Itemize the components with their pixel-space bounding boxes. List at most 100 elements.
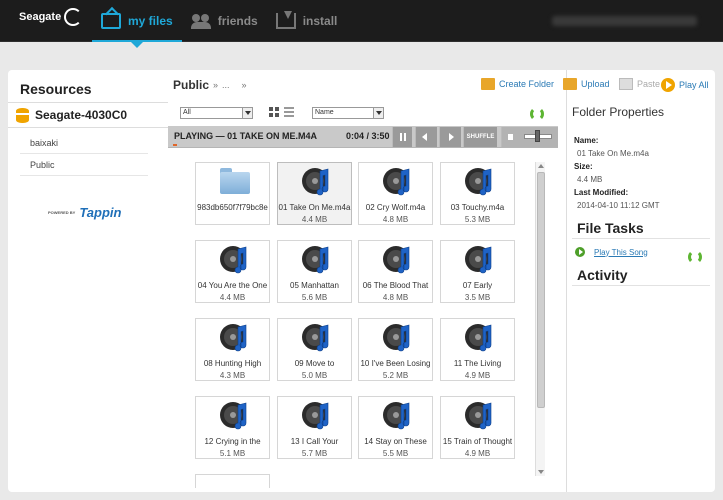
powered-by-text: POWERED BY (48, 210, 76, 215)
file-tile[interactable]: 10 I've Been Losing 5.2 MB (358, 318, 433, 381)
nav-my-files[interactable]: my files (92, 0, 182, 48)
file-tile[interactable]: 11 The Living 4.9 MB (440, 318, 515, 381)
tree-item-baixaki[interactable]: baixaki (20, 132, 148, 154)
tappin-logo[interactable]: POWERED BY Tappin (48, 205, 121, 220)
divider (572, 238, 710, 239)
music-file-icon (216, 321, 252, 355)
shuffle-button[interactable]: SHUFFLE (463, 127, 497, 147)
pause-button[interactable] (392, 127, 412, 147)
file-size: 5.1 MB (219, 449, 246, 458)
breadcrumb-current[interactable]: Public (173, 78, 209, 92)
play-this-song-link[interactable]: Play This Song (575, 247, 648, 257)
playback-time: 0:04 / 3:50 (346, 131, 390, 141)
type-filter-value: All (183, 109, 191, 116)
friends-icon (190, 13, 211, 29)
now-playing-text: PLAYING — 01 TAKE ON ME.M4A (174, 131, 318, 141)
install-icon (275, 11, 296, 29)
user-account-menu[interactable] (552, 16, 697, 26)
file-size: 4.4 MB (301, 215, 328, 224)
file-tile[interactable]: 12 Crying in the 5.1 MB (195, 396, 270, 459)
size-label: Size: (574, 162, 593, 171)
folder-properties-title: Folder Properties (572, 105, 665, 119)
nav-install[interactable]: install (267, 0, 347, 42)
size-value: 4.4 MB (577, 175, 603, 184)
folder-tile[interactable]: 983db650f7f79bc8e (195, 162, 270, 225)
file-size: 4.4 MB (219, 293, 246, 302)
file-tile[interactable]: 03 Touchy.m4a 5.3 MB (440, 162, 515, 225)
paste-button[interactable]: Paste (619, 78, 660, 90)
type-filter-select[interactable]: All (180, 107, 253, 119)
fast-forward-button[interactable] (439, 127, 461, 147)
file-tile[interactable]: 01 Take On Me.m4a 4.4 MB (277, 162, 352, 225)
logo-text: Seagate (19, 11, 62, 23)
file-tile[interactable]: 06 The Blood That 4.8 MB (358, 240, 433, 303)
list-view-icon[interactable] (284, 107, 294, 117)
upload-button[interactable]: Upload (563, 78, 610, 90)
file-name: 03 Touchy.m4a (450, 203, 505, 212)
activity-title: Activity (577, 267, 628, 283)
active-caret-icon (130, 42, 143, 48)
nav-friends[interactable]: friends (182, 0, 267, 42)
music-file-icon (298, 321, 334, 355)
create-folder-button[interactable]: Create Folder (481, 78, 554, 90)
file-tile[interactable]: 13 I Call Your 5.7 MB (277, 396, 352, 459)
file-tile[interactable]: 04 You Are the One 4.4 MB (195, 240, 270, 303)
scrollbar-thumb[interactable] (537, 172, 545, 408)
create-folder-label: Create Folder (499, 79, 555, 89)
file-size: 5.5 MB (382, 449, 409, 458)
resources-title: Resources (20, 81, 92, 97)
file-name: 14 Stay on These (364, 437, 427, 446)
resources-panel: Resources Seagate-4030C0 baixaki Public … (8, 70, 168, 492)
folder-icon (220, 165, 250, 195)
sort-select[interactable]: Name (312, 107, 384, 119)
file-tile[interactable] (195, 474, 270, 488)
file-tile[interactable]: 15 Train of Thought 4.9 MB (440, 396, 515, 459)
refresh-icon[interactable] (530, 107, 544, 121)
music-file-icon (461, 399, 497, 433)
upload-label: Upload (581, 79, 610, 89)
file-size: 5.6 MB (301, 293, 328, 302)
file-name: 09 Move to (294, 359, 335, 368)
filter-toolbar: All Name (168, 104, 566, 126)
music-player: PLAYING — 01 TAKE ON ME.M4A 0:04 / 3:50 … (168, 126, 558, 148)
file-size: 4.9 MB (464, 371, 491, 380)
file-name: 06 The Blood That (362, 281, 429, 290)
music-file-icon (216, 243, 252, 277)
file-tile[interactable]: 09 Move to 5.0 MB (277, 318, 352, 381)
rewind-button[interactable] (415, 127, 437, 147)
play-icon (661, 78, 675, 92)
file-name: 04 You Are the One (197, 281, 268, 290)
volume-slider-knob[interactable] (535, 130, 540, 142)
file-size: 4.3 MB (219, 371, 246, 380)
scroll-down-icon[interactable] (538, 470, 544, 474)
playback-progress-bar[interactable] (173, 144, 177, 146)
device-item[interactable]: Seagate-4030C0 (8, 102, 168, 128)
file-tile[interactable]: 02 Cry Wolf.m4a 4.8 MB (358, 162, 433, 225)
new-folder-icon (481, 78, 495, 90)
name-value: 01 Take On Me.m4a (577, 149, 649, 158)
file-size: 5.3 MB (464, 215, 491, 224)
file-tile[interactable]: 05 Manhattan 5.6 MB (277, 240, 352, 303)
file-size: 4.9 MB (464, 449, 491, 458)
chevron-down-icon (373, 108, 383, 118)
breadcrumb-ellipsis[interactable]: ... (222, 80, 230, 90)
play-all-button[interactable]: Play All (661, 78, 709, 92)
nav-install-label: install (302, 14, 338, 28)
file-tile[interactable]: 07 Early 3.5 MB (440, 240, 515, 303)
file-size: 5.7 MB (301, 449, 328, 458)
vertical-scrollbar[interactable] (535, 162, 545, 476)
grid-view-icon[interactable] (269, 107, 279, 117)
tree-item-public[interactable]: Public (20, 154, 148, 176)
seagate-logo[interactable]: Seagate (19, 8, 83, 26)
file-name: 08 Hunting High (203, 359, 262, 368)
top-bar: Seagate my files friends install (0, 0, 723, 48)
file-tile[interactable]: 08 Hunting High 4.3 MB (195, 318, 270, 381)
file-tile[interactable]: 14 Stay on These 5.5 MB (358, 396, 433, 459)
upload-icon (563, 78, 577, 90)
scroll-up-icon[interactable] (538, 164, 544, 168)
file-name: 15 Train of Thought (442, 437, 513, 446)
modified-label: Last Modified: (574, 188, 629, 197)
nav-my-files-label: my files (128, 14, 173, 28)
files-icon (101, 13, 121, 29)
refresh-icon[interactable] (688, 250, 702, 264)
